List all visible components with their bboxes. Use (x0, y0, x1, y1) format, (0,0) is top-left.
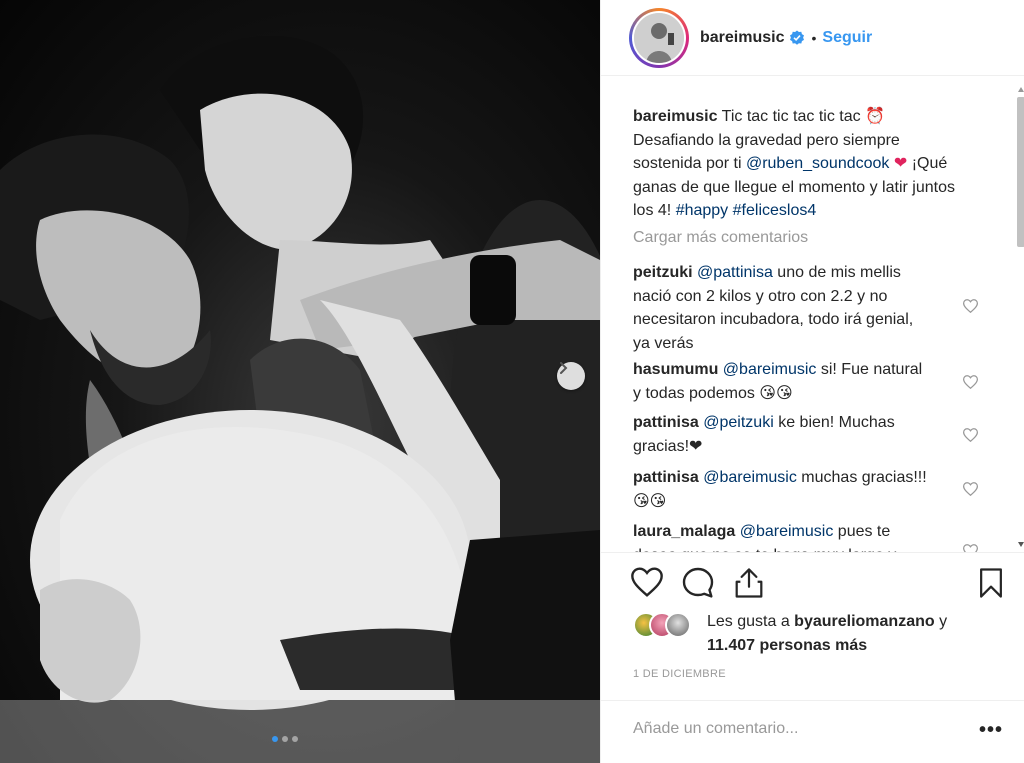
post-actions (601, 552, 1024, 610)
comment-username[interactable]: hasumumu (633, 361, 718, 378)
comments-scrollbar[interactable] (1017, 87, 1024, 547)
photo-image (0, 35, 600, 763)
comment-item: peitzuki @pattinisa uno de mis mellis na… (633, 261, 933, 355)
liker-username[interactable]: byaureliomanzano (794, 613, 934, 630)
share-upload-icon[interactable] (734, 567, 764, 599)
comment-username[interactable]: pattinisa (633, 414, 699, 431)
hashtag-link[interactable]: #happy (676, 202, 729, 219)
scroll-down-arrow[interactable] (1018, 542, 1024, 547)
mention-link[interactable]: @ruben_soundcook (746, 155, 889, 172)
liker-avatar (665, 612, 691, 638)
comment-username[interactable]: peitzuki (633, 264, 693, 281)
comment-like-icon[interactable] (963, 544, 978, 552)
mention-link[interactable]: @bareimusic (740, 523, 834, 540)
heart-outline-icon[interactable] (631, 567, 663, 597)
mention-link[interactable]: @peitzuki (703, 414, 774, 431)
post-details-panel: bareimusic • Seguir bareimusic Tic tac t… (600, 0, 1024, 763)
comment-input[interactable]: Añade un comentario... (633, 720, 798, 738)
comment-like-icon[interactable] (963, 482, 978, 496)
comments-section[interactable]: bareimusic Tic tac tic tac tic tac ⏰ Des… (601, 77, 1024, 552)
carousel-indicator (272, 736, 298, 742)
bookmark-icon[interactable] (978, 567, 1004, 599)
more-options-button[interactable]: ••• (979, 719, 1003, 742)
mention-link[interactable]: @bareimusic (703, 469, 797, 486)
mention-link[interactable]: @pattinisa (697, 264, 773, 281)
likes-count[interactable]: 11.407 personas más (707, 637, 867, 654)
post-header: bareimusic • Seguir (601, 0, 1024, 76)
load-more-comments[interactable]: Cargar más comentarios (633, 229, 808, 247)
post-photo (0, 0, 600, 763)
comment-like-icon[interactable] (963, 299, 978, 313)
clock-emoji: ⏰ (865, 108, 885, 125)
comment-username[interactable]: laura_malaga (633, 523, 735, 540)
next-image-button[interactable] (557, 362, 585, 390)
chevron-right-icon (560, 362, 568, 374)
comment-item: pattinisa @bareimusic muchas gracias!!!😘… (633, 466, 933, 513)
username-link[interactable]: bareimusic (700, 29, 784, 47)
comment-like-icon[interactable] (963, 375, 978, 389)
comment-like-icon[interactable] (963, 428, 978, 442)
scroll-thumb[interactable] (1017, 97, 1024, 247)
liker-avatars[interactable] (633, 612, 703, 642)
avatar[interactable] (629, 7, 689, 68)
carousel-dot (292, 736, 298, 742)
avatar-image (634, 12, 684, 63)
comment-bubble-icon[interactable] (682, 567, 714, 599)
post-date[interactable]: 1 DE DICIEMBRE (633, 668, 726, 680)
carousel-dot (282, 736, 288, 742)
follow-button[interactable]: Seguir (822, 29, 872, 47)
likes-text: Les gusta a byaureliomanzano y 11.407 pe… (707, 613, 948, 654)
add-comment-bar: Añade un comentario... ••• (601, 700, 1024, 763)
comment-item: hasumumu @bareimusic si! Fue natural y t… (633, 358, 933, 405)
hashtag-link[interactable]: #feliceslos4 (733, 202, 817, 219)
carousel-dot (272, 736, 278, 742)
post-caption: bareimusic Tic tac tic tac tic tac ⏰ Des… (633, 108, 955, 219)
separator-dot: • (811, 29, 817, 46)
comment-item: laura_malaga @bareimusic pues te deseo q… (633, 520, 933, 552)
mention-link[interactable]: @bareimusic (723, 361, 817, 378)
comment-username[interactable]: pattinisa (633, 469, 699, 486)
scroll-up-arrow[interactable] (1018, 87, 1024, 92)
caption-username[interactable]: bareimusic (633, 108, 717, 125)
heart-emoji: ❤ (889, 155, 908, 172)
verified-badge-icon (789, 30, 805, 46)
likes-summary: Les gusta a byaureliomanzano y 11.407 pe… (633, 608, 1003, 660)
comment-item: pattinisa @peitzuki ke bien! Muchas grac… (633, 411, 933, 458)
